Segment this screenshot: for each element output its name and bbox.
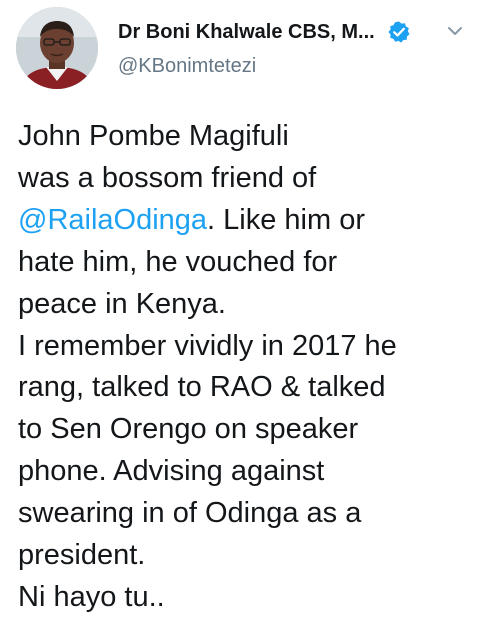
tweet-line: swearing in of Odinga as a [18, 497, 362, 530]
tweet-line: hate him, he vouched for [18, 245, 338, 278]
tweet-line: to Sen Orengo on speaker [18, 413, 359, 446]
tweet-line: John Pombe Magifuli [18, 120, 289, 152]
chevron-down-icon[interactable] [446, 22, 464, 40]
mention-link[interactable]: @RailaOdinga [18, 204, 207, 236]
tweet-line: president. [18, 539, 146, 572]
verified-badge-icon [388, 21, 410, 43]
tweet-line: peace in Kenya. [18, 287, 226, 320]
display-name-row: Dr Boni Khalwale CBS, M... [118, 17, 458, 47]
user-handle[interactable]: @KBonimtetezi [118, 55, 256, 78]
tweet-line: @RailaOdinga. Like him or [18, 200, 468, 242]
tweet-line: phone. Advising against [18, 455, 325, 488]
tweet-line: was a bossom friend of [18, 161, 317, 194]
tweet-line: Ni hayo tu.. [18, 580, 165, 613]
avatar[interactable] [16, 7, 98, 89]
avatar-photo [16, 7, 98, 89]
tweet-line: I remember vividly in 2017 he [18, 329, 397, 362]
tweet-line-text: . Like him or [207, 203, 365, 236]
tweet-text: John Pombe Magifuli was a bossom friend … [18, 116, 468, 619]
tweet-card: Dr Boni Khalwale CBS, M... @KBonimtetezi… [0, 0, 480, 613]
tweet-line: rang, talked to RAO & talked [18, 371, 386, 404]
display-name[interactable]: Dr Boni Khalwale CBS, M... [118, 21, 375, 44]
